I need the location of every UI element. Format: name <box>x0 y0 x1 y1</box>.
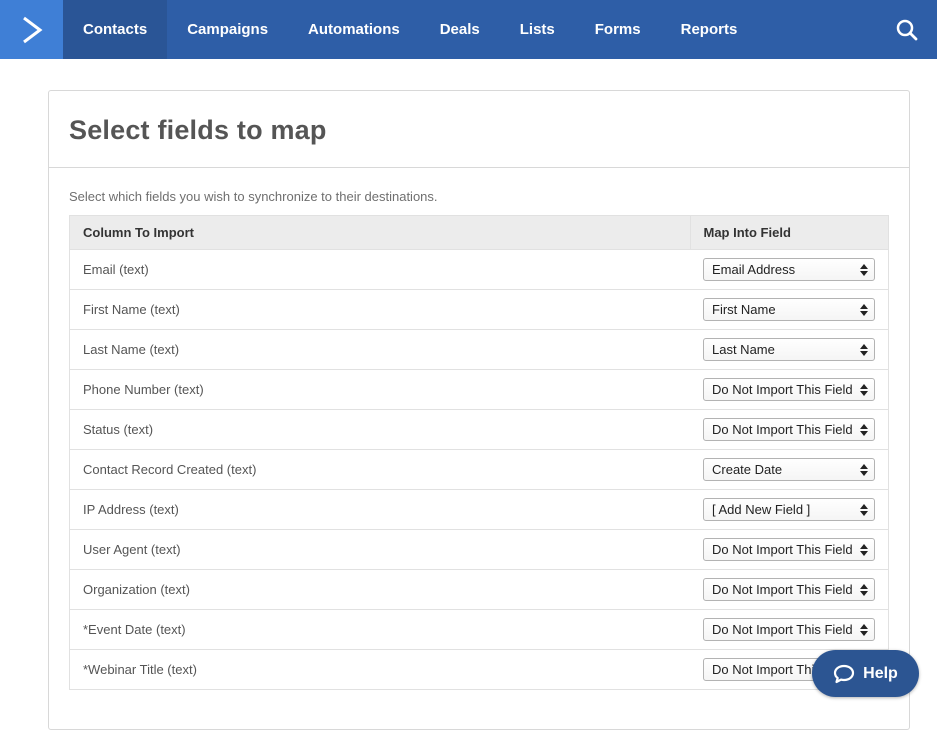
map-field-cell: First Name <box>690 289 889 330</box>
import-column-name: Status (text) <box>69 409 690 450</box>
nav-lists[interactable]: Lists <box>500 0 575 59</box>
map-field-select[interactable]: Email Address <box>703 258 875 281</box>
import-column-name: Email (text) <box>69 249 690 290</box>
field-mapping-table: Column To Import Map Into Field Email (t… <box>69 215 889 690</box>
column-header-map: Map Into Field <box>689 215 889 250</box>
map-field-cell: Email Address <box>690 249 889 290</box>
import-column-name: Phone Number (text) <box>69 369 690 410</box>
select-value: [ Add New Field ] <box>712 502 811 517</box>
map-field-cell: Do Not Import This Field <box>690 609 889 650</box>
map-field-select[interactable]: Do Not Import This Field <box>703 578 875 601</box>
table-row: IP Address (text) [ Add New Field ] <box>69 489 889 530</box>
select-arrows-icon <box>860 583 868 597</box>
top-navigation: Contacts Campaigns Automations Deals Lis… <box>0 0 937 59</box>
table-body: Email (text) Email Address First Name (tex… <box>69 249 889 690</box>
panel-header: Select fields to map <box>49 91 909 168</box>
import-column-name: Last Name (text) <box>69 329 690 370</box>
table-row: Contact Record Created (text) Create Date <box>69 449 889 490</box>
select-value: First Name <box>712 302 776 317</box>
select-value: Do Not Import This Field <box>712 542 853 557</box>
map-field-cell: Do Not Import This Field <box>690 529 889 570</box>
select-value: Last Name <box>712 342 775 357</box>
select-value: Do Not Import This Field <box>712 622 853 637</box>
chat-bubble-icon <box>834 664 855 683</box>
table-row: Status (text) Do Not Import This Field <box>69 409 889 450</box>
panel-body: Select which fields you wish to synchron… <box>49 168 909 690</box>
table-row: Email (text) Email Address <box>69 249 889 290</box>
import-column-name: *Webinar Title (text) <box>69 649 690 690</box>
table-row: Organization (text) Do Not Import This Fi… <box>69 569 889 610</box>
map-field-cell: Last Name <box>690 329 889 370</box>
search-button[interactable] <box>877 0 937 59</box>
map-field-select[interactable]: First Name <box>703 298 875 321</box>
page-title: Select fields to map <box>69 115 327 145</box>
map-field-cell: Create Date <box>690 449 889 490</box>
import-column-name: Organization (text) <box>69 569 690 610</box>
map-field-select[interactable]: Last Name <box>703 338 875 361</box>
table-row: First Name (text) First Name <box>69 289 889 330</box>
field-mapping-panel: Select fields to map Select which fields… <box>48 90 910 730</box>
table-row: Phone Number (text) Do Not Import This Fi… <box>69 369 889 410</box>
import-column-name: IP Address (text) <box>69 489 690 530</box>
select-value: Email Address <box>712 262 796 277</box>
select-arrows-icon <box>860 543 868 557</box>
select-arrows-icon <box>860 503 868 517</box>
map-field-cell: Do Not Import This Field <box>690 409 889 450</box>
help-button[interactable]: Help <box>812 650 919 697</box>
app-logo[interactable] <box>0 0 63 59</box>
select-value: Do Not Import This Field <box>712 382 853 397</box>
map-field-select[interactable]: [ Add New Field ] <box>703 498 875 521</box>
select-arrows-icon <box>860 303 868 317</box>
nav-contacts[interactable]: Contacts <box>63 0 168 59</box>
map-field-cell: Do Not Import This Field <box>690 369 889 410</box>
map-field-select[interactable]: Do Not Import This Field <box>703 378 875 401</box>
select-arrows-icon <box>860 423 868 437</box>
nav-campaigns[interactable]: Campaigns <box>167 0 288 59</box>
nav-reports[interactable]: Reports <box>661 0 758 59</box>
map-field-cell: Do Not Import This Field <box>690 569 889 610</box>
select-value: Create Date <box>712 462 783 477</box>
table-row: Last Name (text) Last Name <box>69 329 889 370</box>
table-row: *Webinar Title (text) Do Not Import This … <box>69 649 889 690</box>
import-column-name: First Name (text) <box>69 289 690 330</box>
map-field-select[interactable]: Do Not Import This Field <box>703 618 875 641</box>
select-value: Do Not Import This Field <box>712 422 853 437</box>
import-column-name: User Agent (text) <box>69 529 690 570</box>
map-field-select[interactable]: Create Date <box>703 458 875 481</box>
map-field-select[interactable]: Do Not Import This Field <box>703 538 875 561</box>
select-arrows-icon <box>860 383 868 397</box>
select-arrows-icon <box>860 463 868 477</box>
search-icon <box>896 19 918 40</box>
nav-forms[interactable]: Forms <box>575 0 661 59</box>
intro-text: Select which fields you wish to synchron… <box>69 189 438 204</box>
table-header-row: Column To Import Map Into Field <box>69 215 889 250</box>
map-field-cell: [ Add New Field ] <box>690 489 889 530</box>
help-label: Help <box>863 664 898 682</box>
select-value: Do Not Import This Field <box>712 582 853 597</box>
import-column-name: *Event Date (text) <box>69 609 690 650</box>
table-row: *Event Date (text) Do Not Import This Fie… <box>69 609 889 650</box>
select-arrows-icon <box>860 263 868 277</box>
import-column-name: Contact Record Created (text) <box>69 449 690 490</box>
select-arrows-icon <box>860 343 868 357</box>
map-field-select[interactable]: Do Not Import This Field <box>703 418 875 441</box>
column-header-import: Column To Import <box>69 215 691 250</box>
table-row: User Agent (text) Do Not Import This Fiel… <box>69 529 889 570</box>
chevron-right-icon <box>22 16 42 43</box>
select-arrows-icon <box>860 623 868 637</box>
nav-deals[interactable]: Deals <box>420 0 500 59</box>
nav-automations[interactable]: Automations <box>288 0 420 59</box>
